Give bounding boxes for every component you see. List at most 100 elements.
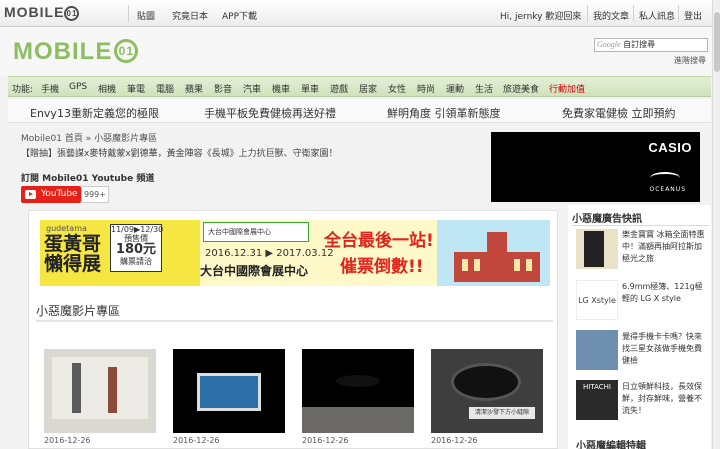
- window-shape: [526, 259, 532, 271]
- nav-item-phone[interactable]: 手機: [41, 82, 59, 95]
- navbar-label: 功能:: [12, 85, 34, 95]
- search-placeholder: 自訂搜尋: [623, 40, 656, 49]
- subscriber-count: 999+: [81, 186, 109, 203]
- sidebar-ad-text[interactable]: 覺得手機卡卡嗎？快來找三星女孩做手機免費健檢: [622, 331, 708, 367]
- scrollbar[interactable]: [712, 0, 720, 449]
- person-figure: [72, 363, 81, 413]
- nav-item-life[interactable]: 生活: [475, 82, 493, 95]
- divider: [587, 5, 588, 22]
- category-navbar: 功能: 手機 GPS 相機 筆電 電腦 蘋果 影音 汽車 機車 單車 遊戲 居家…: [8, 76, 711, 97]
- divider: [678, 5, 679, 22]
- nav-item-travel-food[interactable]: 旅遊美食: [503, 82, 539, 95]
- nav-item-fashion[interactable]: 時尚: [417, 82, 435, 95]
- banner-cta-2: 催票倒數!!: [340, 257, 424, 277]
- subscribe-label: 訂閱 Mobile01 Youtube 頻道: [21, 174, 155, 184]
- lg-ad-image[interactable]: LG Xstyle: [576, 280, 618, 320]
- banner-cta-1: 全台最後一站!: [324, 231, 434, 251]
- fridge-ad-image[interactable]: [576, 229, 618, 269]
- nav-item-av[interactable]: 影音: [214, 82, 232, 95]
- nav-item-sports[interactable]: 運動: [446, 82, 464, 95]
- hitachi-ad-image[interactable]: HITACHI: [576, 380, 618, 420]
- video-date: 2016-12-26: [302, 436, 349, 445]
- video-thumbnail-4[interactable]: 清潔沙發下方小縫隙: [431, 349, 543, 433]
- device-shape: [451, 363, 521, 401]
- banner-small-title: gudetama: [46, 224, 87, 233]
- wave-icon: [650, 172, 680, 184]
- sidebar-ad-text[interactable]: 日立頓鮮科技，長效保鮮，封存鮮味，營養不流失！: [622, 381, 708, 417]
- search-input[interactable]: Google 自訂搜尋: [594, 38, 708, 52]
- divider: [36, 320, 553, 322]
- breadcrumb[interactable]: Mobile01 首頁 » 小惡魔影片專區: [21, 131, 157, 144]
- casio-ad[interactable]: CASIO OCEANUS: [491, 132, 700, 202]
- topnav-pics[interactable]: 貼圖: [137, 9, 155, 22]
- video-date: 2016-12-26: [431, 436, 478, 445]
- logout-link[interactable]: 登出: [684, 9, 702, 22]
- topnav-japan[interactable]: 究竟日本: [172, 9, 208, 22]
- window-shape: [462, 259, 468, 271]
- top-bar: MOBILE 01 貼圖 究竟日本 APP下載 Hi, jernky 歡迎回來 我…: [0, 0, 720, 27]
- banner-dates: 11/09▶12/30: [111, 225, 164, 234]
- divider: [128, 5, 129, 22]
- site-logo[interactable]: MOBILE 01: [13, 39, 139, 65]
- promo-link-2[interactable]: 手機平板免費健檢再送好禮: [204, 105, 336, 121]
- promo-strip: Envy13重新定義您的極限 手機平板免費健檢再送好禮 鮮明角度 引領革新態度 …: [8, 99, 711, 123]
- nav-item-women[interactable]: 女性: [388, 82, 406, 95]
- sidebar-title: 小惡魔廣告快訊: [572, 214, 642, 225]
- private-messages-link[interactable]: 私人訊息: [639, 9, 675, 22]
- nav-item-laptop[interactable]: 筆電: [127, 82, 145, 95]
- sidebar-title-2: 小惡魔編輯特輯: [576, 441, 646, 449]
- divider: [633, 5, 634, 22]
- nav-item-mobile-plus[interactable]: 行動加值: [549, 82, 585, 95]
- video-thumbnail-1[interactable]: [44, 349, 156, 433]
- divider: [572, 225, 710, 226]
- samsung-ad-image[interactable]: [576, 330, 618, 370]
- nav-item-motorcycle[interactable]: 機車: [272, 82, 290, 95]
- user-greeting: Hi, jernky 歡迎回來: [500, 12, 582, 22]
- video-thumbnail-2[interactable]: [173, 349, 285, 433]
- thumb-scene: [52, 357, 148, 419]
- banner-date-box: 11/09▶12/30 預售價 180元 購票請洽: [110, 224, 164, 272]
- nav-item-computer[interactable]: 電腦: [156, 82, 174, 95]
- person-figure: [108, 367, 117, 413]
- top-logo[interactable]: MOBILE 01: [4, 4, 80, 21]
- video-date: 2016-12-26: [173, 436, 220, 445]
- banner-title: 蛋黃哥懶得展: [44, 233, 102, 275]
- video-thumbnail-3[interactable]: [302, 349, 414, 433]
- video-date: 2016-12-26: [44, 436, 91, 445]
- scrollbar-thumb[interactable]: [714, 12, 720, 72]
- sidebar-ad-text[interactable]: 樂金寶寶 冰箱全面特惠中！滿額再抽阿拉斯加極光之旅: [622, 229, 708, 265]
- promo-link-3[interactable]: 鮮明角度 引領革新態度: [387, 105, 501, 121]
- video-caption: 清潔沙發下方小縫隙: [469, 407, 535, 419]
- phone-screen: [197, 373, 261, 411]
- headline-link[interactable]: 【贈抽】張藝謀x麥特戴蒙x劉德華，黃金陣容《長城》上力抗巨獸、守衛家園！: [21, 146, 338, 159]
- window-shape: [514, 259, 520, 271]
- nav-item-bicycle[interactable]: 單車: [301, 82, 319, 95]
- advanced-search-link[interactable]: 進階搜尋: [674, 55, 706, 66]
- promo-link-4[interactable]: 免費家電健檢 立即預約: [562, 105, 676, 121]
- casio-brand: CASIO: [648, 140, 692, 155]
- my-articles-link[interactable]: 我的文章: [593, 9, 629, 22]
- fridge-shape: [584, 231, 604, 267]
- google-label: Google: [597, 40, 621, 49]
- banner-price-note: 購票請洽: [120, 257, 152, 266]
- topnav-app[interactable]: APP下載: [222, 9, 257, 22]
- page: MOBILE 01 貼圖 究竟日本 APP下載 Hi, jernky 歡迎回來 我…: [0, 0, 720, 449]
- window-shape: [474, 259, 480, 271]
- sidebar-ad-text[interactable]: 6.9mm極簿、121g極輕的 LG X style: [622, 281, 708, 305]
- nav-item-car[interactable]: 汽車: [243, 82, 261, 95]
- youtube-play-icon: [25, 190, 36, 199]
- banner-period: 2016.12.31 ▶ 2017.03.12: [205, 248, 334, 259]
- banner-mid-box: 大台中國際會展中心: [203, 222, 309, 242]
- nav-item-apple[interactable]: 蘋果: [185, 82, 203, 95]
- youtube-subscribe-button[interactable]: YouTube: [21, 186, 81, 203]
- casio-sub: OCEANUS: [649, 186, 686, 193]
- youtube-label: YouTube: [41, 189, 78, 199]
- nav-item-camera[interactable]: 相機: [98, 82, 116, 95]
- device-shape: [336, 375, 380, 387]
- banner-venue: 大台中國際會展中心: [200, 264, 309, 278]
- banner-price: 180元: [115, 242, 157, 257]
- nav-item-gps[interactable]: GPS: [69, 82, 87, 92]
- nav-item-home[interactable]: 居家: [359, 82, 377, 95]
- nav-item-games[interactable]: 遊戲: [330, 82, 348, 95]
- promo-link-1[interactable]: Envy13重新定義您的極限: [30, 105, 159, 121]
